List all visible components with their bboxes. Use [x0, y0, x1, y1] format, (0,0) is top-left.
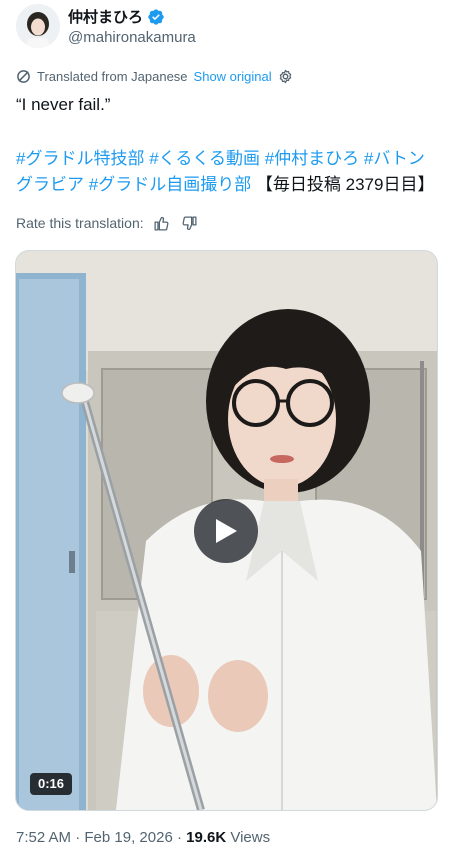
rate-translation: Rate this translation:	[16, 213, 200, 233]
hashtag-line-2: グラビア #グラドル自画撮り部 【毎日投稿 2379日目】	[16, 172, 466, 198]
tweet-time[interactable]: 7:52 AM	[16, 829, 71, 846]
verified-badge-icon	[147, 8, 165, 26]
avatar[interactable]	[16, 4, 60, 48]
translation-notice: Translated from Japanese Show original	[16, 69, 293, 84]
video-duration: 0:16	[30, 773, 73, 795]
author-name-row[interactable]: 仲村まひろ	[68, 6, 165, 27]
video-player[interactable]: 0:16	[15, 250, 438, 811]
thumbs-down-icon[interactable]	[180, 213, 200, 233]
display-name[interactable]: 仲村まひろ	[68, 6, 143, 27]
tweet: 仲村まひろ @mahironakamura Translated from Ja…	[0, 0, 470, 857]
views-label: Views	[226, 829, 271, 846]
hashtag-block: #グラドル特技部 #くるくる動画 #仲村まひろ #バトン グラビア #グラドル自…	[16, 146, 466, 198]
gear-icon[interactable]	[278, 69, 293, 84]
author-handle[interactable]: @mahironakamura	[68, 29, 196, 46]
meta-separator: ·	[71, 829, 85, 846]
post-counter-text: 【毎日投稿 2379日目】	[251, 175, 435, 194]
translate-icon	[16, 69, 31, 84]
hashtag-link[interactable]: #くるくる動画	[149, 149, 260, 168]
avatar-image	[16, 4, 60, 48]
hashtag-line-1: #グラドル特技部 #くるくる動画 #仲村まひろ #バトン	[16, 146, 466, 172]
hashtag-link[interactable]: #バトン	[364, 149, 425, 168]
hashtag-link[interactable]: #グラドル自画撮り部	[89, 175, 251, 194]
tweet-meta: 7:52 AM · Feb 19, 2026 · 19.6K Views	[16, 829, 270, 846]
translated-label: Translated from Japanese	[37, 69, 188, 84]
show-original-link[interactable]: Show original	[194, 69, 272, 84]
hashtag-link[interactable]: #仲村まひろ	[265, 149, 359, 168]
hashtag-link-continued[interactable]: グラビア	[16, 175, 84, 194]
play-button[interactable]	[194, 499, 258, 563]
thumbs-up-icon[interactable]	[152, 213, 172, 233]
tweet-text: “I never fail.”	[16, 95, 111, 114]
rate-label: Rate this translation:	[16, 215, 144, 231]
hashtag-link[interactable]: #グラドル特技部	[16, 149, 144, 168]
play-icon	[216, 519, 237, 543]
views-count: 19.6K	[186, 829, 227, 846]
meta-separator: ·	[172, 829, 187, 846]
tweet-date[interactable]: Feb 19, 2026	[84, 829, 172, 846]
